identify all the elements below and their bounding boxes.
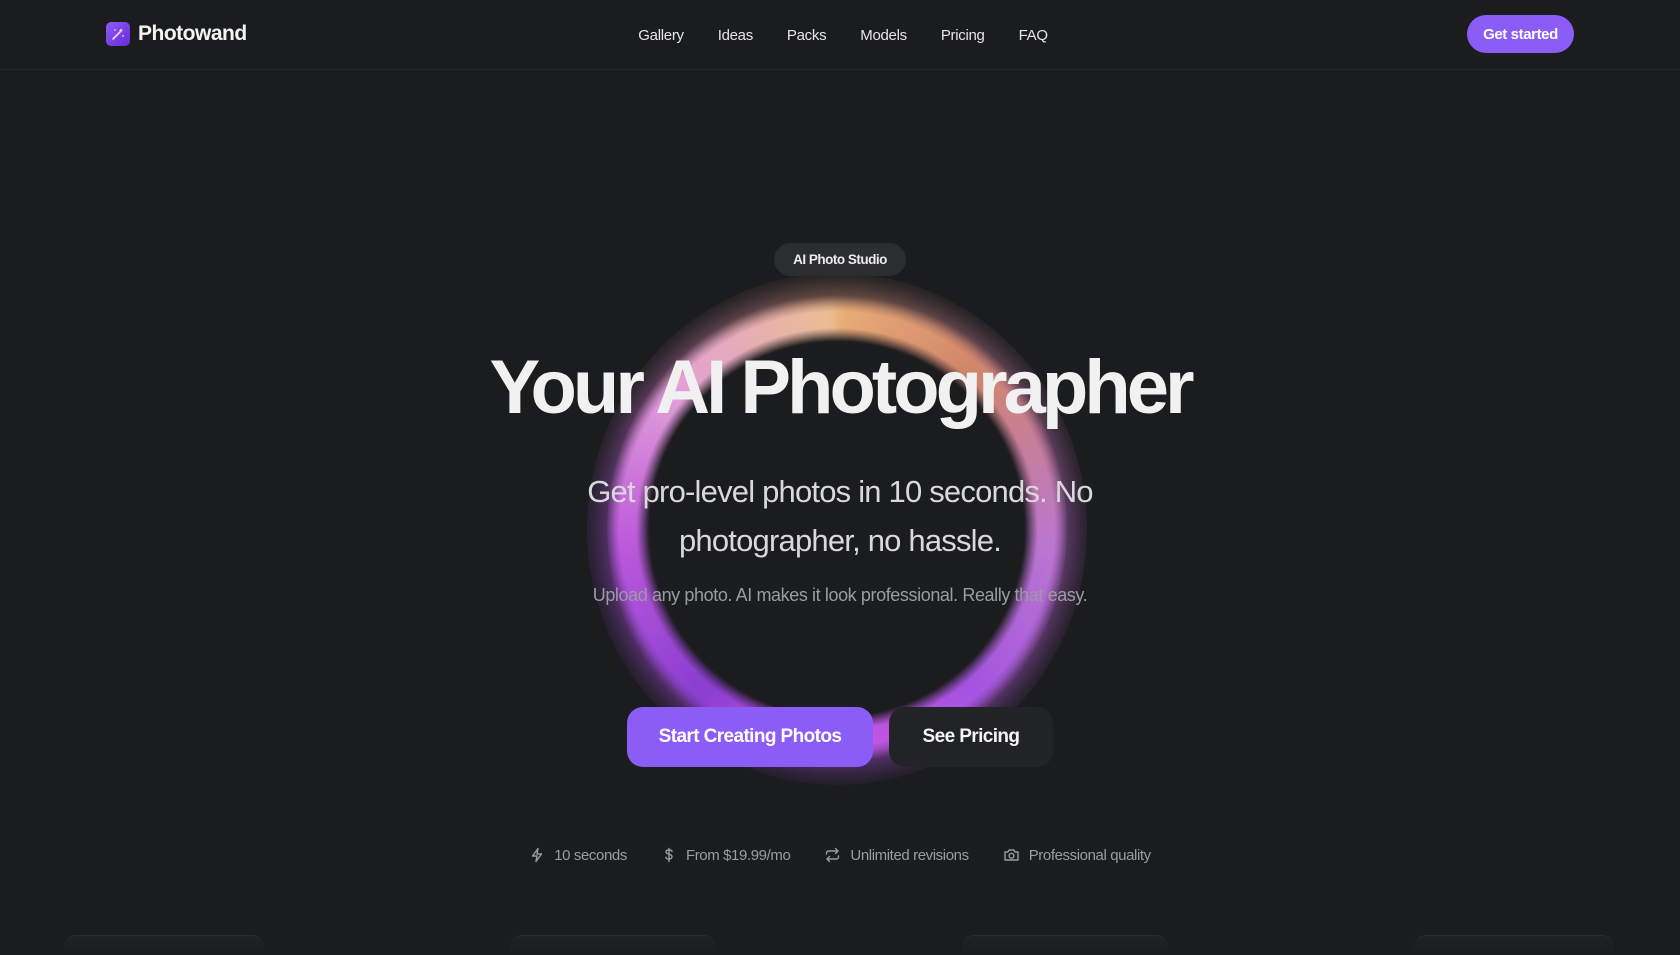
nav-faq-link[interactable]: FAQ — [1019, 27, 1048, 44]
feature-label: 10 seconds — [554, 846, 627, 864]
get-started-button[interactable]: Get started — [1467, 15, 1574, 53]
nav-ideas-link[interactable]: Ideas — [718, 27, 754, 44]
hero-note: Upload any photo. AI makes it look profe… — [592, 585, 1088, 605]
site-header: Photowand Gallery Ideas Packs Models Pri… — [0, 0, 1680, 70]
feature-item: From $19.99/mo — [661, 843, 791, 867]
start-creating-button[interactable]: Start Creating Photos — [627, 707, 873, 767]
gallery-card-peek — [962, 935, 1168, 955]
hero-subtitle: Get pro-level photos in 10 seconds. No p… — [587, 474, 1093, 558]
feature-item: 10 seconds — [529, 843, 627, 867]
feature-list: 10 seconds From $19.99/mo Unlimited revi… — [0, 843, 1680, 867]
hero-title: Your AI Photographer — [489, 345, 1194, 430]
gallery-card-peek — [64, 935, 264, 955]
main-nav: Gallery Ideas Packs Models Pricing FAQ — [0, 0, 1680, 70]
hero-badge: AI Photo Studio — [774, 243, 906, 276]
see-pricing-button[interactable]: See Pricing — [889, 707, 1053, 767]
nav-packs-link[interactable]: Packs — [787, 27, 827, 44]
lightning-icon — [532, 847, 543, 863]
camera-icon — [1003, 849, 1019, 861]
nav-models-link[interactable]: Models — [860, 27, 907, 44]
dollar-icon — [665, 847, 673, 863]
gallery-card-peek — [510, 935, 716, 955]
nav-gallery-link[interactable]: Gallery — [638, 27, 684, 44]
gallery-card-peek — [1414, 935, 1614, 955]
feature-label: Professional quality — [1028, 846, 1151, 864]
feature-item: Unlimited revisions — [824, 843, 969, 867]
nav-pricing-link[interactable]: Pricing — [941, 27, 985, 44]
feature-label: Unlimited revisions — [850, 846, 969, 864]
feature-item: Professional quality — [1003, 843, 1151, 867]
repeat-icon — [826, 847, 840, 863]
feature-label: From $19.99/mo — [685, 846, 791, 864]
